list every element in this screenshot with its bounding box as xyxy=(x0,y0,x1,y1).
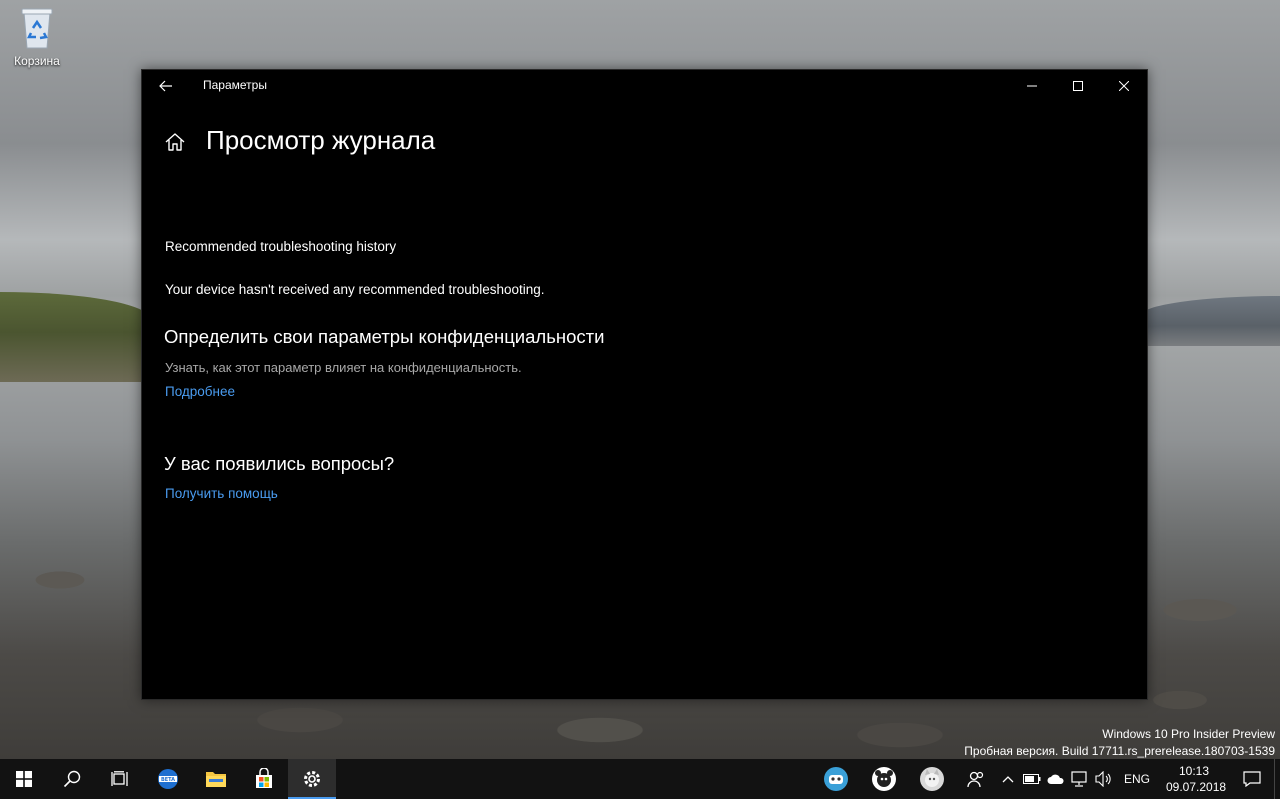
start-icon xyxy=(16,771,32,787)
tray-app-cat[interactable] xyxy=(908,759,956,799)
store-icon xyxy=(256,768,272,788)
input-language[interactable]: ENG xyxy=(1116,772,1158,786)
clock-time: 10:13 xyxy=(1178,764,1210,778)
task-view-button[interactable] xyxy=(96,759,144,799)
maximize-icon xyxy=(1073,80,1083,91)
history-empty-message: Your device hasn't received any recommen… xyxy=(165,282,545,297)
back-button[interactable] xyxy=(150,74,182,98)
questions-heading: У вас появились вопросы? xyxy=(164,453,395,474)
recycle-bin-desktop-icon[interactable]: Корзина xyxy=(8,6,66,76)
back-arrow-icon xyxy=(159,80,172,92)
watermark-line-2: Пробная версия. Build 17711.rs_prereleas… xyxy=(964,744,1275,758)
privacy-heading: Определить свои параметры конфиденциальн… xyxy=(164,326,605,347)
network-button[interactable] xyxy=(1068,759,1092,799)
build-watermark: Windows 10 Pro Insider Preview Пробная в… xyxy=(964,726,1275,760)
chevron-up-icon xyxy=(1002,776,1014,783)
cat-app-icon xyxy=(919,767,944,791)
network-icon xyxy=(1071,771,1087,787)
settings-window: Параметры Просмотр журнала Recommended t… xyxy=(141,69,1148,700)
history-section-label: Recommended troubleshooting history xyxy=(165,239,397,254)
edge-beta-icon: BETA xyxy=(158,769,178,789)
home-icon[interactable] xyxy=(164,131,186,153)
file-explorer-button[interactable] xyxy=(192,759,240,799)
settings-icon xyxy=(304,771,320,787)
edge-beta-button[interactable]: BETA xyxy=(144,759,192,799)
people-icon xyxy=(967,771,984,788)
notification-icon xyxy=(1243,771,1261,787)
search-icon xyxy=(63,770,81,788)
onedrive-button[interactable] xyxy=(1044,759,1068,799)
get-help-link[interactable]: Получить помощь xyxy=(165,486,278,501)
store-button[interactable] xyxy=(240,759,288,799)
title-bar[interactable]: Параметры xyxy=(142,70,1147,101)
privacy-description: Узнать, как этот параметр влияет на конф… xyxy=(165,360,522,375)
close-icon xyxy=(1119,80,1129,91)
tray-app-mascot[interactable] xyxy=(812,759,860,799)
recycle-bin-label: Корзина xyxy=(14,54,60,68)
battery-button[interactable] xyxy=(1020,759,1044,799)
taskbar: BETA ENG 10:13 09.07.2018 xyxy=(0,759,1280,799)
minimize-icon xyxy=(1027,85,1037,86)
close-button[interactable] xyxy=(1101,70,1147,101)
task-view-icon xyxy=(111,771,128,786)
wallpaper-hill-right xyxy=(1140,296,1280,346)
show-hidden-icons-button[interactable] xyxy=(996,759,1020,799)
window-title: Параметры xyxy=(203,78,267,92)
tray-app-bear[interactable] xyxy=(860,759,908,799)
file-explorer-icon xyxy=(206,772,226,787)
watermark-line-1: Windows 10 Pro Insider Preview xyxy=(1102,727,1275,741)
start-button[interactable] xyxy=(0,759,48,799)
clock-date: 09.07.2018 xyxy=(1166,780,1227,794)
mascot-app-icon xyxy=(823,767,848,791)
search-button[interactable] xyxy=(48,759,96,799)
show-desktop-button[interactable] xyxy=(1274,759,1280,799)
bear-app-icon xyxy=(871,767,896,791)
recycle-bin-icon xyxy=(21,8,53,49)
wallpaper-hill-left xyxy=(0,292,150,382)
people-button[interactable] xyxy=(956,759,996,799)
maximize-button[interactable] xyxy=(1055,70,1101,101)
clock[interactable]: 10:13 09.07.2018 xyxy=(1158,763,1230,795)
settings-taskbar-button[interactable] xyxy=(288,759,336,799)
minimize-button[interactable] xyxy=(1009,70,1055,101)
battery-icon xyxy=(1022,774,1041,784)
onedrive-icon xyxy=(1047,774,1064,784)
page-title: Просмотр журнала xyxy=(206,125,436,155)
svg-text:BETA: BETA xyxy=(161,777,175,783)
volume-icon xyxy=(1095,771,1111,787)
action-center-button[interactable] xyxy=(1230,759,1274,799)
system-tray: ENG 10:13 09.07.2018 xyxy=(812,759,1280,799)
volume-button[interactable] xyxy=(1092,759,1116,799)
privacy-more-link[interactable]: Подробнее xyxy=(165,384,235,399)
